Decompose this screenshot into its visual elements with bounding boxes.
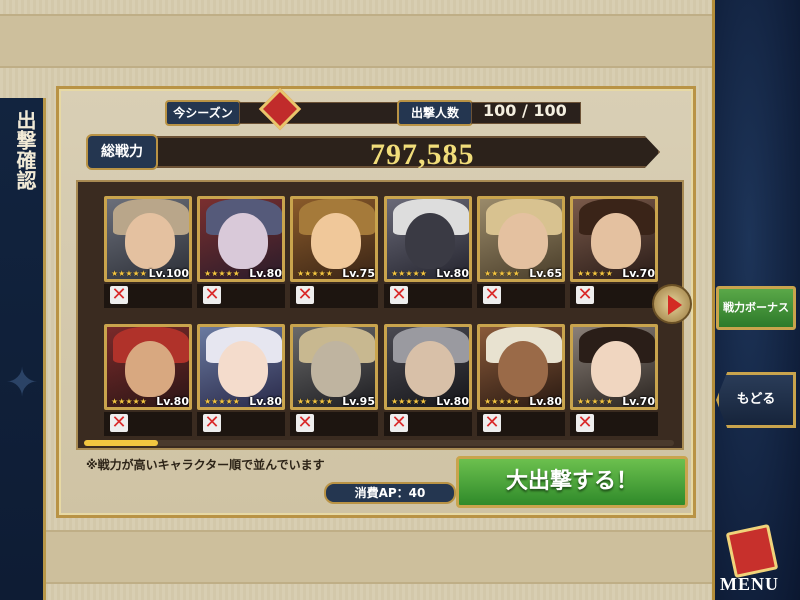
character-card[interactable]: ★★★★★ Lv.80 ✕	[477, 324, 565, 444]
total-power-label: 総戦力	[86, 134, 158, 170]
level-label: Lv.80	[436, 267, 469, 280]
level-label: Lv.80	[156, 395, 189, 408]
level-label: Lv.80	[529, 395, 562, 408]
level-label: Lv.70	[622, 267, 655, 280]
status-slot: ✕	[197, 284, 285, 308]
character-portrait: ★★★★★ Lv.100	[104, 196, 192, 282]
unavailable-x-icon: ✕	[483, 284, 501, 305]
character-portrait: ★★★★★ Lv.70	[570, 196, 658, 282]
unavailable-x-icon: ✕	[296, 284, 314, 305]
ap-cost-label: 消費AP：40	[324, 482, 456, 504]
arrow-right-icon	[668, 295, 682, 315]
unavailable-x-icon: ✕	[110, 412, 128, 433]
character-card[interactable]: ★★★★★ Lv.80 ✕	[384, 324, 472, 444]
status-slot: ✕	[570, 284, 658, 308]
character-card[interactable]: ★★★★★ Lv.65 ✕	[477, 196, 565, 316]
status-slot: ✕	[104, 412, 192, 436]
total-power-value: 797,585	[370, 138, 475, 171]
status-slot: ✕	[570, 412, 658, 436]
season-row: 今シーズン 出撃人数 100 / 100	[165, 87, 585, 131]
grid-scrollbar[interactable]	[84, 440, 674, 446]
mass-sortie-button[interactable]: 大出撃する！	[456, 456, 688, 508]
character-card[interactable]: ★★★★★ Lv.95 ✕	[290, 324, 378, 444]
character-portrait: ★★★★★ Lv.80	[197, 324, 285, 410]
character-portrait: ★★★★★ Lv.95	[290, 324, 378, 410]
level-label: Lv.80	[436, 395, 469, 408]
character-card[interactable]: ★★★★★ Lv.100 ✕	[104, 196, 192, 316]
total-power-bar: 797,585	[154, 136, 660, 168]
character-card[interactable]: ★★★★★ Lv.70 ✕	[570, 196, 658, 316]
screen-title: 出撃確認	[13, 110, 37, 190]
unavailable-x-icon: ✕	[390, 284, 408, 305]
unavailable-x-icon: ✕	[203, 284, 221, 305]
power-bonus-button[interactable]: 戦力ボーナス	[716, 286, 796, 330]
level-label: Lv.80	[249, 267, 282, 280]
sortie-count-label: 出撃人数	[397, 100, 473, 126]
level-label: Lv.75	[342, 267, 375, 280]
unavailable-x-icon: ✕	[576, 284, 594, 305]
season-label: 今シーズン	[165, 100, 241, 126]
level-label: Lv.65	[529, 267, 562, 280]
character-card[interactable]: ★★★★★ Lv.80 ✕	[104, 324, 192, 444]
total-power-row: 797,585 総戦力	[86, 132, 666, 172]
unavailable-x-icon: ✕	[203, 412, 221, 433]
character-card[interactable]: ★★★★★ Lv.80 ✕	[197, 196, 285, 316]
character-portrait: ★★★★★ Lv.65	[477, 196, 565, 282]
unavailable-x-icon: ✕	[110, 284, 128, 305]
status-slot: ✕	[477, 284, 565, 308]
level-label: Lv.95	[342, 395, 375, 408]
unavailable-x-icon: ✕	[483, 412, 501, 433]
character-portrait: ★★★★★ Lv.75	[290, 196, 378, 282]
status-slot: ✕	[384, 284, 472, 308]
character-card[interactable]: ★★★★★ Lv.75 ✕	[290, 196, 378, 316]
menu-button[interactable]: MENU	[718, 523, 798, 598]
sortie-count-value: 100 / 100	[483, 101, 567, 120]
character-portrait: ★★★★★ Lv.80	[104, 324, 192, 410]
sort-note: ※戦力が高いキャラクター順で並んでいます	[86, 458, 325, 472]
back-button[interactable]: もどる	[716, 372, 796, 428]
character-portrait: ★★★★★ Lv.80	[197, 196, 285, 282]
top-ornament-band	[0, 14, 712, 68]
status-slot: ✕	[384, 412, 472, 436]
character-card[interactable]: ★★★★★ Lv.80 ✕	[197, 324, 285, 444]
status-slot: ✕	[477, 412, 565, 436]
status-slot: ✕	[197, 412, 285, 436]
character-portrait: ★★★★★ Lv.80	[477, 324, 565, 410]
character-card[interactable]: ★★★★★ Lv.80 ✕	[384, 196, 472, 316]
book-icon	[725, 523, 779, 579]
unavailable-x-icon: ✕	[390, 412, 408, 433]
character-card[interactable]: ★★★★★ Lv.70 ✕	[570, 324, 658, 444]
unavailable-x-icon: ✕	[576, 412, 594, 433]
menu-label: MENU	[720, 574, 779, 594]
status-slot: ✕	[290, 412, 378, 436]
crest-watermark-icon: ✦	[5, 360, 39, 406]
level-label: Lv.100	[148, 267, 189, 280]
status-slot: ✕	[104, 284, 192, 308]
character-portrait: ★★★★★ Lv.80	[384, 196, 472, 282]
unavailable-x-icon: ✕	[296, 412, 314, 433]
bottom-ornament-band	[0, 530, 712, 584]
scroll-thumb[interactable]	[84, 440, 158, 446]
character-portrait: ★★★★★ Lv.80	[384, 324, 472, 410]
status-slot: ✕	[290, 284, 378, 308]
level-label: Lv.80	[249, 395, 282, 408]
next-page-button[interactable]	[652, 284, 692, 324]
level-label: Lv.70	[622, 395, 655, 408]
character-portrait: ★★★★★ Lv.70	[570, 324, 658, 410]
